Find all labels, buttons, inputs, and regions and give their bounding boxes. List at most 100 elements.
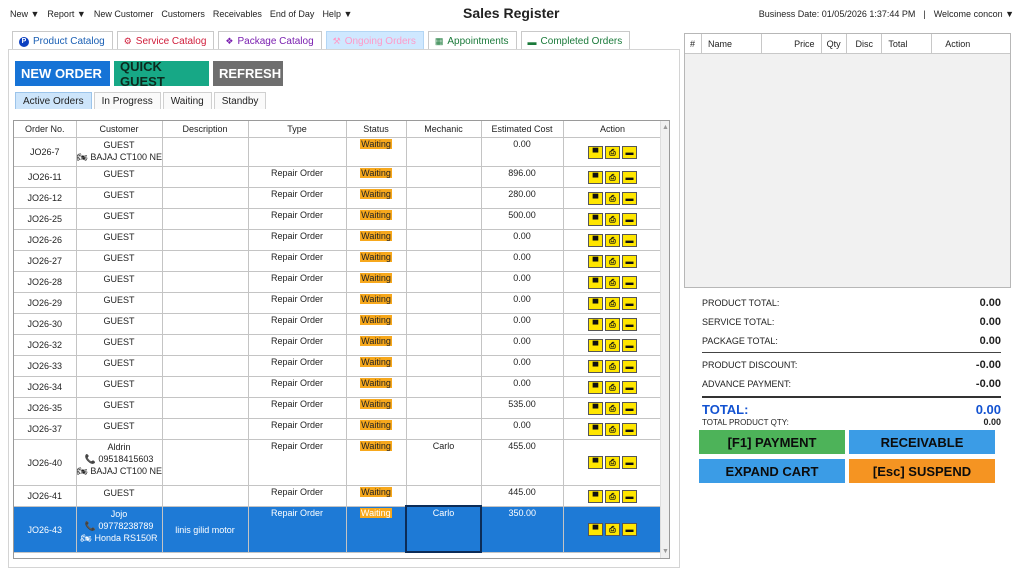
menu-customers[interactable]: Customers [161, 9, 205, 19]
print-icon[interactable]: ⎙ [605, 254, 620, 268]
print-icon[interactable]: ⎙ [605, 422, 620, 436]
folder-icon[interactable]: ▬ [622, 380, 637, 394]
table-row[interactable]: JO26-11 GUEST Repair Order Waiting 896.00 ▀ ⎙ ▬ [14, 166, 663, 188]
cart-icon[interactable]: ▀ [588, 191, 603, 205]
folder-icon[interactable]: ▬ [622, 359, 637, 373]
cart-icon[interactable]: ▀ [588, 359, 603, 373]
table-row[interactable]: JO26-26 GUEST Repair Order Waiting 0.00 ▀ ⎙ ▬ [14, 229, 663, 251]
print-icon[interactable]: ⎙ [605, 212, 620, 226]
folder-icon[interactable]: ▬ [622, 489, 637, 503]
expand-cart-button[interactable]: EXPAND CART [699, 459, 845, 483]
folder-icon[interactable]: ▬ [622, 338, 637, 352]
header-description[interactable]: Description [162, 121, 249, 138]
table-row[interactable]: JO26-27 GUEST Repair Order Waiting 0.00 ▀ ⎙ ▬ [14, 250, 663, 272]
cart-icon[interactable]: ▀ [588, 233, 603, 247]
tab-appointments[interactable]: ▦ Appointments [427, 31, 517, 49]
print-icon[interactable]: ⎙ [605, 489, 620, 503]
table-row[interactable]: JO26-40 Aldrin 📞 09518415603 🏍 BAJAJ CT100 … [14, 439, 663, 486]
scroll-down-icon[interactable]: ▼ [661, 547, 669, 556]
cart-icon[interactable]: ▀ [588, 456, 603, 469]
print-icon[interactable]: ⎙ [605, 523, 620, 536]
tab-completed-orders[interactable]: ▬ Completed Orders [520, 31, 631, 49]
folder-icon[interactable]: ▬ [622, 422, 637, 436]
folder-icon[interactable]: ▬ [622, 170, 637, 184]
header-status[interactable]: Status [346, 121, 407, 138]
cart-icon[interactable]: ▀ [588, 254, 603, 268]
cart-icon[interactable]: ▀ [588, 422, 603, 436]
payment-button[interactable]: [F1] PAYMENT [699, 430, 845, 454]
tab-product-catalog[interactable]: P Product Catalog [12, 31, 113, 49]
table-row[interactable]: JO26-32 GUEST Repair Order Waiting 0.00 ▀ ⎙ ▬ [14, 334, 663, 356]
folder-icon[interactable]: ▬ [622, 275, 637, 289]
table-row[interactable]: JO26-37 GUEST Repair Order Waiting 0.00 ▀ ⎙ ▬ [14, 418, 663, 440]
cart-icon[interactable]: ▀ [588, 212, 603, 226]
table-row[interactable]: JO26-12 GUEST Repair Order Waiting 280.00 ▀ ⎙ ▬ [14, 187, 663, 209]
cart-icon[interactable]: ▀ [588, 275, 603, 289]
menu-help[interactable]: Help ▼ [322, 9, 352, 19]
table-row[interactable]: JO26-7 GUEST 🏍 BAJAJ CT100 NEW Waiting 0.00 ▀… [14, 137, 663, 167]
tab-package-catalog[interactable]: ❖ Package Catalog [218, 31, 322, 49]
welcome-user-menu[interactable]: Welcome concon ▼ [934, 9, 1014, 19]
header-customer[interactable]: Customer [76, 121, 163, 138]
print-icon[interactable]: ⎙ [605, 380, 620, 394]
cart-icon[interactable]: ▀ [588, 380, 603, 394]
menu-new[interactable]: New ▼ [10, 9, 39, 19]
table-row[interactable]: JO26-43 Jojo 📞 09778238789 🏍 Honda RS150R li… [14, 505, 663, 553]
tab-active-orders[interactable]: Active Orders [15, 92, 92, 109]
print-icon[interactable]: ⎙ [605, 170, 620, 184]
tab-in-progress[interactable]: In Progress [93, 92, 161, 109]
folder-icon[interactable]: ▬ [622, 523, 637, 536]
cart-icon[interactable]: ▀ [588, 489, 603, 503]
tab-standby[interactable]: Standby [213, 92, 267, 109]
menu-end-of-day[interactable]: End of Day [270, 9, 315, 19]
table-row[interactable]: JO26-29 GUEST Repair Order Waiting 0.00 ▀ ⎙ ▬ [14, 292, 663, 314]
tab-waiting[interactable]: Waiting [162, 92, 212, 109]
header-type[interactable]: Type [248, 121, 347, 138]
folder-icon[interactable]: ▬ [622, 233, 637, 247]
cart-icon[interactable]: ▀ [588, 170, 603, 184]
orders-scrollbar[interactable]: ▲ ▼ [660, 121, 669, 558]
header-order-no[interactable]: Order No. [14, 121, 77, 138]
cart-icon[interactable]: ▀ [588, 401, 603, 415]
table-row[interactable]: JO26-25 GUEST Repair Order Waiting 500.00 ▀ ⎙ ▬ [14, 208, 663, 230]
table-row[interactable]: JO26-35 GUEST Repair Order Waiting 535.00 ▀ ⎙ ▬ [14, 397, 663, 419]
table-row[interactable]: JO26-28 GUEST Repair Order Waiting 0.00 ▀ ⎙ ▬ [14, 271, 663, 293]
menu-receivables[interactable]: Receivables [213, 9, 262, 19]
suspend-button[interactable]: [Esc] SUSPEND [849, 459, 995, 483]
folder-icon[interactable]: ▬ [622, 317, 637, 331]
header-mechanic[interactable]: Mechanic [406, 121, 482, 138]
menu-new-customer[interactable]: New Customer [94, 9, 154, 19]
print-icon[interactable]: ⎙ [605, 275, 620, 289]
cart-icon[interactable]: ▀ [588, 317, 603, 331]
refresh-button[interactable]: REFRESH [213, 61, 283, 86]
header-estimated-cost[interactable]: Estimated Cost [481, 121, 564, 138]
menu-report[interactable]: Report ▼ [47, 9, 85, 19]
folder-icon[interactable]: ▬ [622, 145, 637, 159]
folder-icon[interactable]: ▬ [622, 254, 637, 268]
table-row[interactable]: JO26-41 GUEST Repair Order Waiting 445.00 ▀ ⎙ ▬ [14, 485, 663, 507]
table-row[interactable]: JO26-33 GUEST Repair Order Waiting 0.00 ▀ ⎙ ▬ [14, 355, 663, 377]
print-icon[interactable]: ⎙ [605, 317, 620, 331]
print-icon[interactable]: ⎙ [605, 296, 620, 310]
table-row[interactable]: JO26-30 GUEST Repair Order Waiting 0.00 ▀ ⎙ ▬ [14, 313, 663, 335]
print-icon[interactable]: ⎙ [605, 191, 620, 205]
cart-icon[interactable]: ▀ [588, 296, 603, 310]
scroll-up-icon[interactable]: ▲ [661, 123, 669, 132]
table-row[interactable]: JO26-34 GUEST Repair Order Waiting 0.00 ▀ ⎙ ▬ [14, 376, 663, 398]
print-icon[interactable]: ⎙ [605, 456, 620, 469]
quick-guest-button[interactable]: QUICK GUEST [114, 59, 209, 89]
folder-icon[interactable]: ▬ [622, 191, 637, 205]
cart-icon[interactable]: ▀ [588, 145, 603, 159]
print-icon[interactable]: ⎙ [605, 145, 620, 159]
print-icon[interactable]: ⎙ [605, 233, 620, 247]
print-icon[interactable]: ⎙ [605, 338, 620, 352]
print-icon[interactable]: ⎙ [605, 359, 620, 373]
new-order-button[interactable]: NEW ORDER [15, 61, 110, 86]
tab-ongoing-orders[interactable]: ⚒ Ongoing Orders [325, 31, 424, 49]
folder-icon[interactable]: ▬ [622, 296, 637, 310]
cart-icon[interactable]: ▀ [588, 523, 603, 536]
folder-icon[interactable]: ▬ [622, 401, 637, 415]
print-icon[interactable]: ⎙ [605, 401, 620, 415]
folder-icon[interactable]: ▬ [622, 212, 637, 226]
cart-icon[interactable]: ▀ [588, 338, 603, 352]
